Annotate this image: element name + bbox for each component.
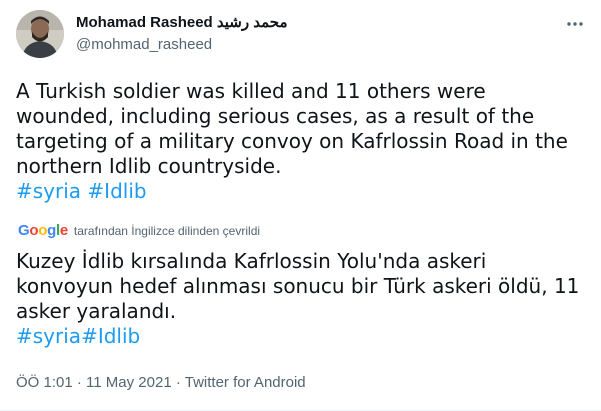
tweet-source[interactable]: Twitter for Android [185, 374, 306, 391]
avatar-image [16, 10, 64, 58]
tweet-card: Mohamad Rasheed محمد رشيد @mohmad_rashee… [0, 0, 601, 411]
translation-attribution: Google tarafından İngilizce dilinden çev… [18, 222, 260, 239]
tweet-date[interactable]: 11 May 2021 [86, 374, 172, 391]
meta-separator: · [76, 374, 87, 391]
tweet-meta: ÖÖ 1:01 · 11 May 2021 · Twitter for Andr… [16, 374, 306, 391]
more-options-button[interactable] [563, 12, 587, 36]
avatar[interactable] [16, 10, 64, 58]
hashtag-syria[interactable]: #syria [16, 179, 81, 203]
tweet-hashtags: #syria #Idlib [16, 179, 586, 204]
tweet-text: A Turkish soldier was killed and 11 othe… [16, 79, 586, 204]
translated-hashtags: #syria#Idlib [16, 324, 586, 349]
more-options-icon [567, 22, 583, 26]
translated-hashtag-idlib[interactable]: #Idlib [81, 324, 140, 348]
google-logo: Google [18, 222, 68, 239]
translated-body: Kuzey İdlib kırsalında Kafrlossin Yolu'n… [16, 249, 580, 323]
translation-note[interactable]: tarafından İngilizce dilinden çevrildi [74, 224, 260, 238]
meta-separator-2: · [175, 374, 185, 391]
translated-hashtag-syria[interactable]: #syria [16, 324, 81, 348]
author-display-name[interactable]: Mohamad Rasheed محمد رشيد [76, 13, 288, 31]
tweet-time[interactable]: ÖÖ 1:01 [16, 374, 73, 391]
tweet-body: A Turkish soldier was killed and 11 othe… [16, 79, 568, 178]
author-name-row: Mohamad Rasheed محمد رشيد [76, 13, 288, 31]
author-handle[interactable]: @mohmad_rasheed [76, 36, 212, 53]
translated-text: Kuzey İdlib kırsalında Kafrlossin Yolu'n… [16, 249, 586, 349]
hashtag-idlib[interactable]: #Idlib [87, 179, 146, 203]
